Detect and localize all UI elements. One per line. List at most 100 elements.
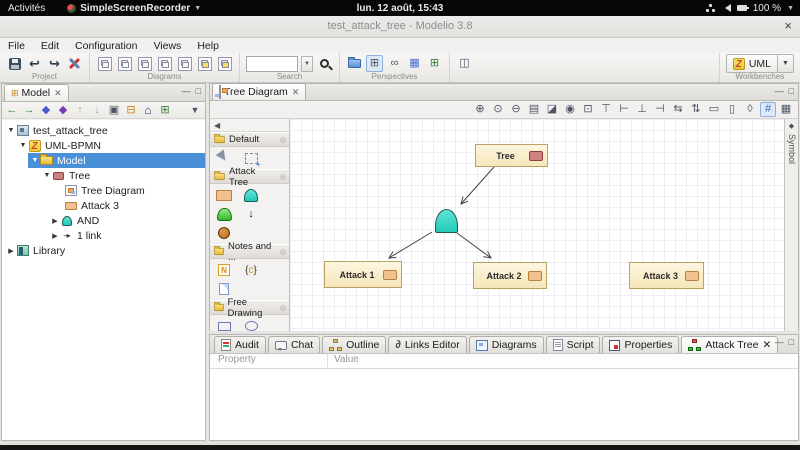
palette-section-notes[interactable]: Notes and ... ◎ (210, 244, 289, 259)
tab-model[interactable]: ⊞ Model ✕ (4, 84, 69, 101)
tool-constraint[interactable]: {c} (243, 263, 259, 277)
column-property[interactable]: Property (210, 354, 328, 368)
minimize-button[interactable]: — (182, 87, 191, 96)
minimize-button[interactable]: — (775, 87, 784, 96)
distribute-h-button[interactable]: ⇆ (670, 102, 686, 117)
perspective-project-button[interactable] (346, 55, 363, 72)
symbol-sidebar[interactable]: ◆ Symbol (784, 119, 799, 331)
diagram-canvas[interactable]: Tree Attack 1 Attack 2 Attack 3 (290, 119, 784, 331)
tool-document[interactable] (216, 282, 232, 296)
tool-note[interactable]: N (216, 263, 232, 277)
tree-item-uml-bpmn[interactable]: ▼ UML-BPMN (2, 138, 205, 153)
property-table-body[interactable] (210, 369, 798, 440)
tab-links-editor[interactable]: ∂ Links Editor (388, 336, 466, 353)
tool-or-gate[interactable] (216, 207, 232, 221)
snapshot-button[interactable]: ◉ (562, 102, 578, 117)
nav-forward-button[interactable]: → (21, 103, 37, 118)
filter-button[interactable]: ⊞ (157, 103, 173, 118)
tree-item-project[interactable]: ▼ test_attack_tree (2, 123, 205, 138)
menu-file[interactable]: File (8, 40, 25, 52)
chevron-down-icon[interactable]: ▼ (787, 5, 794, 12)
tab-diagrams[interactable]: Diagrams (469, 336, 544, 353)
close-icon[interactable]: ✕ (292, 87, 300, 98)
clock[interactable]: lun. 12 août, 15:43 (0, 3, 800, 14)
palette-section-free-drawing[interactable]: Free Drawing ◎ (210, 300, 289, 315)
zoom-100-button[interactable]: ⊙ (490, 102, 506, 117)
column-value[interactable]: Value (328, 354, 359, 368)
tree-item-library[interactable]: ▶ Library (2, 243, 205, 258)
move-down-button[interactable]: ↓ (89, 103, 105, 118)
tool-marquee[interactable] (243, 151, 259, 165)
menu-help[interactable]: Help (197, 40, 219, 52)
minimize-button[interactable]: — (775, 338, 784, 347)
related-forward-button[interactable]: ◆ (55, 103, 71, 118)
undo-button[interactable]: ↩ (26, 55, 43, 72)
tree-item-tree-diagram[interactable]: Tree Diagram (2, 183, 205, 198)
tab-script[interactable]: Script (546, 336, 601, 353)
tool-event[interactable] (216, 226, 232, 240)
diagram-type-3-button[interactable] (136, 55, 153, 72)
home-button[interactable]: ⌂ (140, 103, 156, 118)
node-tree[interactable]: Tree (475, 144, 548, 167)
menu-configuration[interactable]: Configuration (75, 40, 137, 52)
tool-ellipse[interactable] (243, 319, 259, 333)
node-attack-3[interactable]: Attack 3 (629, 262, 704, 289)
nav-back-button[interactable]: ← (4, 103, 20, 118)
expand-arrow-icon[interactable]: ▶ (6, 247, 16, 255)
symbol-tab-label[interactable]: Symbol (786, 134, 797, 164)
tab-audit[interactable]: Audit (214, 336, 266, 353)
close-icon[interactable]: ✕ (762, 339, 771, 351)
diagram-type-5-button[interactable] (176, 55, 193, 72)
diagram-type-1-button[interactable] (96, 55, 113, 72)
select-region-button[interactable]: ⊡ (580, 102, 596, 117)
tree-item-attack-3[interactable]: Attack 3 (2, 198, 205, 213)
print-button[interactable]: ▤ (526, 102, 542, 117)
menu-views[interactable]: Views (153, 40, 181, 52)
align-right-button[interactable]: ⊣ (652, 102, 668, 117)
tree-item-and[interactable]: ▶ AND (2, 213, 205, 228)
network-icon[interactable] (706, 4, 715, 12)
tab-outline[interactable]: Outline (322, 336, 386, 353)
diagram-type-7-button[interactable] (216, 55, 233, 72)
maximize-button[interactable]: □ (789, 338, 794, 347)
toggle-grid-button[interactable]: # (760, 102, 776, 117)
tab-attack-tree[interactable]: Attack Tree ✕ (681, 336, 778, 353)
same-width-button[interactable]: ▭ (706, 102, 722, 117)
tab-chat[interactable]: Chat (268, 336, 320, 353)
tool-select[interactable] (216, 151, 232, 165)
move-up-button[interactable]: ↑ (72, 103, 88, 118)
tab-properties[interactable]: Properties (602, 336, 679, 353)
tool-link[interactable]: ↓ (243, 207, 259, 221)
diagram-type-4-button[interactable] (156, 55, 173, 72)
tool-rectangle[interactable] (216, 319, 232, 333)
view-menu-button[interactable]: ▼ (187, 103, 203, 118)
window-close-button[interactable]: × (784, 18, 792, 33)
link-view-button[interactable]: ⊟ (123, 103, 139, 118)
expand-icon[interactable]: ◆ (785, 122, 798, 130)
diagram-type-6-button[interactable] (196, 55, 213, 72)
tab-tree-diagram[interactable]: Tree Diagram ✕ (212, 83, 306, 100)
perspective-matrix-button[interactable]: ▦ (406, 55, 423, 72)
tool-attack-node[interactable] (216, 188, 232, 202)
perspective-model-button[interactable]: ⊞ (366, 55, 383, 72)
palette-collapse-button[interactable]: ◀ (210, 119, 289, 132)
align-top-button[interactable]: ⊤ (598, 102, 614, 117)
close-icon[interactable]: ✕ (54, 88, 62, 99)
palette-section-attack-tree[interactable]: Attack Tree ◎ (210, 169, 289, 184)
style-button[interactable]: ◊ (742, 102, 758, 117)
menu-edit[interactable]: Edit (41, 40, 59, 52)
perspective-links-button[interactable]: ∞ (386, 55, 403, 72)
distribute-v-button[interactable]: ⇅ (688, 102, 704, 117)
workbench-dropdown[interactable]: ▼ (778, 54, 794, 73)
palette-section-default[interactable]: Default ◎ (210, 132, 289, 147)
expand-arrow-icon[interactable]: ▼ (18, 142, 28, 149)
perspective-edit-button[interactable]: ⊞ (426, 55, 443, 72)
search-button[interactable] (316, 55, 333, 72)
zoom-in-button[interactable]: ⊕ (472, 102, 488, 117)
node-attack-2[interactable]: Attack 2 (473, 262, 547, 289)
volume-icon[interactable] (721, 4, 731, 12)
save-image-button[interactable]: ◪ (544, 102, 560, 117)
zoom-out-button[interactable]: ⊖ (508, 102, 524, 117)
redo-button[interactable]: ↪ (46, 55, 63, 72)
tree-item-tree[interactable]: ▼ Tree (2, 168, 205, 183)
